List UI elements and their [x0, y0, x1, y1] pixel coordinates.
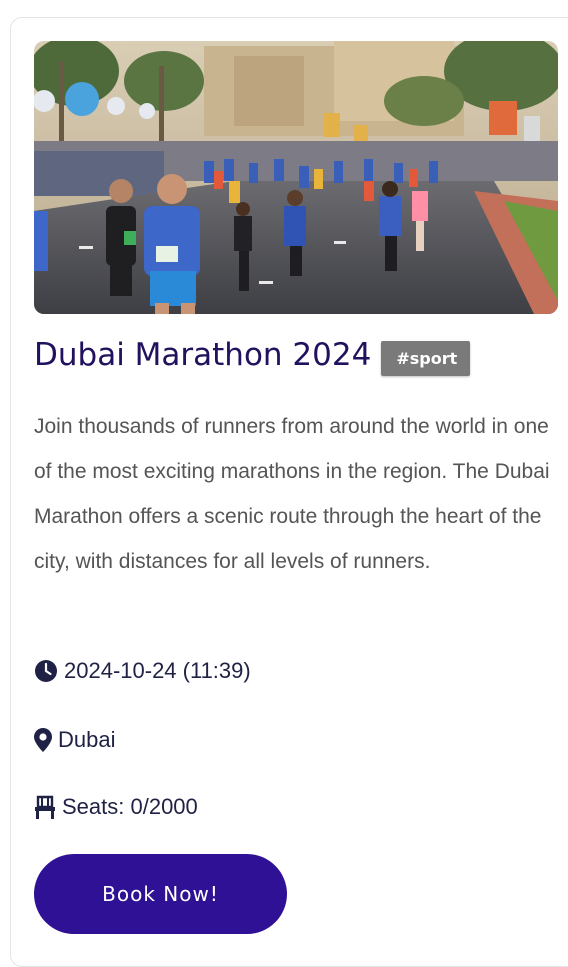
- event-date: 2024-10-24 (11:39): [64, 658, 251, 683]
- clock-icon: [34, 659, 58, 683]
- event-seats: Seats: 0/2000: [62, 794, 198, 819]
- event-title: Dubai Marathon 2024: [34, 337, 372, 373]
- event-location-row: Dubai: [34, 727, 115, 753]
- event-image: [34, 41, 558, 314]
- event-description: Join thousands of runners from around th…: [34, 415, 550, 573]
- event-location: Dubai: [58, 727, 116, 752]
- map-pin-icon: [34, 728, 52, 752]
- chair-icon: [34, 795, 56, 819]
- book-now-button[interactable]: Book Now!: [34, 854, 287, 934]
- event-date-row: 2024-10-24 (11:39): [34, 658, 251, 684]
- title-row: Dubai Marathon 2024 #sport: [34, 334, 471, 376]
- category-tag[interactable]: #sport: [381, 341, 471, 376]
- event-seats-row: Seats: 0/2000: [34, 794, 198, 820]
